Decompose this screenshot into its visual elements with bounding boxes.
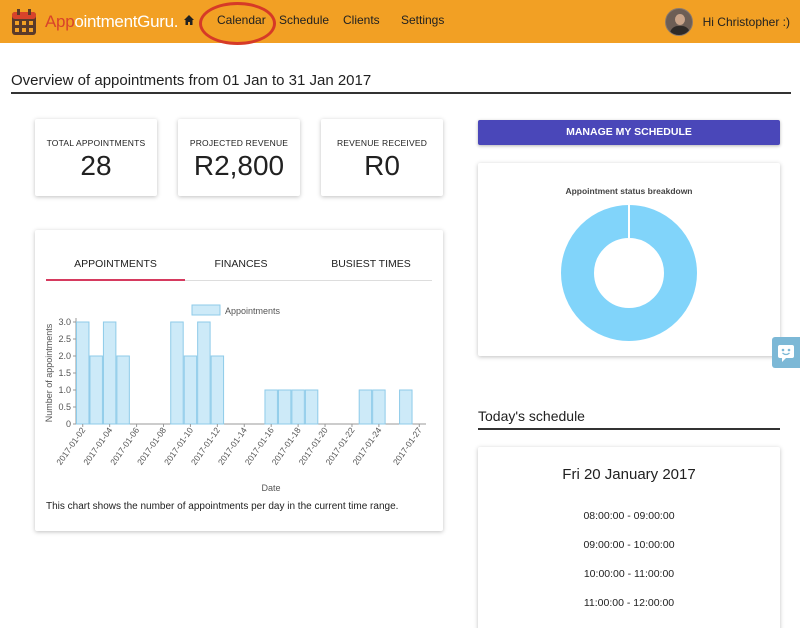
page-title: Overview of appointments from 01 Jan to … <box>11 72 372 89</box>
user-menu[interactable]: Hi Christopher :) <box>664 8 790 36</box>
chat-icon <box>778 345 794 362</box>
user-greeting[interactable]: Hi Christopher :) <box>703 15 790 29</box>
schedule-slot[interactable]: 11:00:00 - 12:00:00 <box>478 597 780 609</box>
bar <box>116 355 130 425</box>
today-divider <box>478 428 780 430</box>
manage-my-schedule-button[interactable]: MANAGE MY SCHEDULE <box>478 120 780 145</box>
app-logo[interactable]: AppointmentGuru. <box>11 7 178 37</box>
bar <box>372 389 386 425</box>
y-tick-label: 2.5 <box>58 334 71 344</box>
bar <box>170 321 184 425</box>
chart-caption: This chart shows the number of appointme… <box>46 501 399 512</box>
legend-label: Appointments <box>225 306 281 316</box>
y-tick-label: 2.0 <box>58 351 71 361</box>
calendar-logo-icon <box>12 8 36 35</box>
stat-value: R0 <box>364 150 400 181</box>
stat-value: R2,800 <box>193 150 285 181</box>
y-tick-label: 1.0 <box>58 385 71 395</box>
nav-settings[interactable]: Settings <box>401 13 444 27</box>
schedule-slot[interactable]: 09:00:00 - 10:00:00 <box>478 539 780 551</box>
stat-label: PROJECTED REVENUE <box>189 138 289 148</box>
bar <box>291 389 305 425</box>
nav-clients[interactable]: Clients <box>343 13 380 27</box>
bar <box>210 355 225 425</box>
stat-card-revenue-received: REVENUE RECEIVED R0 <box>321 119 443 196</box>
legend-swatch <box>191 304 221 316</box>
x-axis-title: Date <box>261 483 280 493</box>
bar <box>358 389 373 425</box>
y-tick-label: 3.0 <box>58 317 71 327</box>
tab-finances[interactable]: FINANCES <box>176 253 306 281</box>
stat-label: TOTAL APPOINTMENTS <box>46 138 146 148</box>
donut-chart-title: Appointment status breakdown <box>565 186 693 196</box>
bar <box>399 389 413 425</box>
tab-appointments[interactable]: APPOINTMENTS <box>46 253 185 281</box>
bar <box>277 389 292 425</box>
appointments-bar-chart: Appointments 0 0.5 1.0 1.5 2.0 2.5 3.0 Number of… <box>44 304 426 493</box>
top-navigation-bar: AppointmentGuru. Calendar Schedule Clien… <box>0 0 800 45</box>
app-name: AppointmentGuru. <box>45 12 179 31</box>
bar <box>197 321 211 425</box>
y-tick-label: 0.5 <box>58 402 71 412</box>
y-tick-label: 1.5 <box>58 368 71 378</box>
y-axis-title: Number of appointments <box>44 323 54 422</box>
chart-tabs: APPOINTMENTS FINANCES BUSIEST TIMES <box>46 253 432 281</box>
nav-schedule[interactable]: Schedule <box>279 13 329 27</box>
schedule-slot[interactable]: 10:00:00 - 11:00:00 <box>478 568 780 580</box>
bar <box>76 321 90 425</box>
today-schedule-card: Fri 20 January 2017 08:00:00 - 09:00:00 … <box>478 447 780 628</box>
title-divider <box>11 92 791 94</box>
stat-card-total-appointments: TOTAL APPOINTMENTS 28 <box>35 119 157 196</box>
avatar[interactable] <box>664 8 693 36</box>
stat-card-projected-revenue: PROJECTED REVENUE R2,800 <box>178 119 300 196</box>
calendar-highlight-circle <box>199 2 276 45</box>
bar <box>89 355 103 425</box>
bar <box>183 355 198 425</box>
stat-label: REVENUE RECEIVED <box>336 138 428 148</box>
tab-busiest-times[interactable]: BUSIEST TIMES <box>316 253 426 281</box>
schedule-date: Fri 20 January 2017 <box>562 466 696 483</box>
stat-value: 28 <box>80 150 112 181</box>
bar <box>264 389 278 425</box>
bar <box>102 321 117 425</box>
chat-widget-button[interactable] <box>772 337 800 368</box>
status-donut-chart <box>561 205 697 341</box>
bar <box>304 389 319 425</box>
today-schedule-title: Today's schedule <box>478 408 585 424</box>
x-tick-label: 2017-01-27 <box>391 425 424 467</box>
y-tick-label: 0 <box>66 419 71 429</box>
active-tab-indicator <box>46 279 185 281</box>
schedule-slot[interactable]: 08:00:00 - 09:00:00 <box>478 510 780 522</box>
home-icon[interactable] <box>183 14 195 26</box>
